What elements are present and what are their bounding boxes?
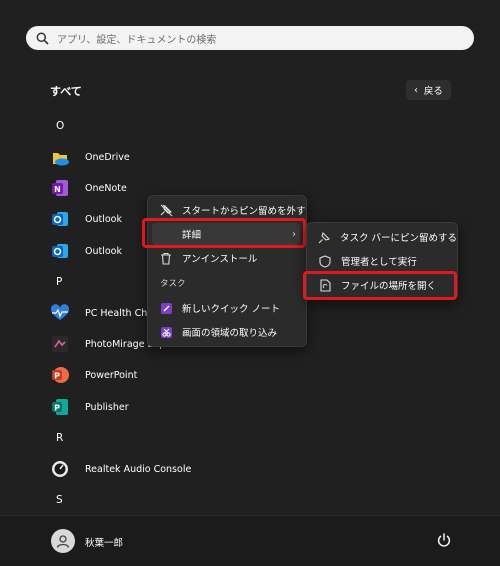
details-submenu: タスク バーにピン留めする 管理者として実行 ファイルの場所を開く	[306, 222, 458, 300]
menu-new-quick-note[interactable]: 新しいクイック ノート	[148, 297, 306, 319]
context-menu: スタートからピン留めを外す 詳細 › アンインストール タスク 新しいクイック …	[147, 195, 307, 347]
menu-label: アンインストール	[182, 254, 258, 265]
search-box[interactable]: アプリ、設定、ドキュメントの検索	[26, 26, 474, 50]
app-label: OneDrive	[85, 151, 130, 163]
chevron-right-icon: ›	[292, 228, 296, 240]
app-outlook-2[interactable]: Outlook	[50, 239, 122, 263]
back-label: 戻る	[423, 86, 443, 97]
powerpoint-icon: P	[50, 365, 70, 385]
menu-details[interactable]: 詳細 ›	[148, 223, 306, 245]
publisher-icon: P	[50, 397, 70, 417]
svg-text:N: N	[54, 185, 61, 194]
app-realtek-audio[interactable]: Realtek Audio Console	[50, 457, 191, 481]
user-avatar[interactable]	[51, 529, 75, 553]
menu-uninstall[interactable]: アンインストール	[148, 247, 306, 269]
app-pc-health-check[interactable]: PC Health Chec	[50, 301, 158, 325]
menu-unpin-from-start[interactable]: スタートからピン留めを外す	[148, 199, 306, 221]
heart-pulse-icon	[50, 303, 70, 323]
app-label: Realtek Audio Console	[85, 463, 192, 475]
chevron-left-icon: ‹	[414, 84, 418, 96]
back-button[interactable]: ‹ 戻る	[406, 80, 451, 100]
outlook-icon	[50, 209, 70, 229]
onedrive-icon	[50, 147, 70, 167]
menu-run-as-admin[interactable]: 管理者として実行	[307, 250, 457, 272]
menu-label: 詳細	[182, 230, 202, 241]
realtek-icon	[50, 459, 70, 479]
search-placeholder: アプリ、設定、ドキュメントの検索	[57, 34, 217, 46]
task-group-label: タスク	[160, 279, 186, 289]
svg-text:P: P	[54, 372, 60, 381]
app-publisher[interactable]: P Publisher	[50, 395, 129, 419]
search-icon	[36, 32, 49, 45]
letter-o[interactable]: O	[56, 120, 64, 132]
menu-label: スタートからピン留めを外す	[182, 206, 306, 217]
app-onenote[interactable]: N OneNote	[50, 176, 127, 200]
app-label: Publisher	[85, 401, 129, 413]
trash-icon	[159, 251, 173, 265]
screen-clip-icon	[159, 325, 173, 339]
app-powerpoint[interactable]: P PowerPoint	[50, 363, 137, 387]
menu-label: タスク バーにピン留めする	[340, 233, 458, 244]
app-label: Outlook	[85, 245, 122, 257]
shield-icon	[318, 254, 332, 268]
user-icon	[56, 535, 70, 548]
letter-s[interactable]: S	[56, 494, 63, 506]
menu-label: 新しいクイック ノート	[182, 304, 281, 315]
app-label: PowerPoint	[85, 369, 138, 381]
quick-note-icon	[159, 301, 173, 315]
all-apps-title: すべて	[50, 85, 82, 98]
menu-label: 画面の領域の取り込み	[182, 328, 278, 339]
letter-p[interactable]: P	[56, 276, 62, 288]
app-label: Outlook	[85, 213, 122, 225]
menu-pin-to-taskbar[interactable]: タスク バーにピン留めする	[307, 226, 457, 248]
app-outlook-1[interactable]: Outlook	[50, 207, 122, 231]
file-location-icon	[318, 278, 332, 292]
unpin-icon	[159, 203, 173, 217]
pin-icon	[318, 230, 331, 244]
menu-open-file-location[interactable]: ファイルの場所を開く	[307, 274, 457, 296]
power-icon[interactable]	[436, 532, 452, 548]
letter-r[interactable]: R	[56, 432, 63, 444]
app-onedrive[interactable]: OneDrive	[50, 145, 130, 169]
menu-label: 管理者として実行	[341, 257, 417, 268]
outlook-icon	[50, 241, 70, 261]
user-name[interactable]: 秋葉一郎	[85, 535, 123, 549]
photomirage-icon	[50, 334, 70, 354]
menu-label: ファイルの場所を開く	[341, 281, 437, 292]
svg-text:P: P	[54, 404, 60, 413]
app-label: OneNote	[85, 182, 127, 194]
onenote-icon: N	[50, 178, 70, 198]
blank-icon	[159, 227, 173, 241]
menu-screen-clip[interactable]: 画面の領域の取り込み	[148, 321, 306, 343]
start-footer	[0, 515, 500, 566]
